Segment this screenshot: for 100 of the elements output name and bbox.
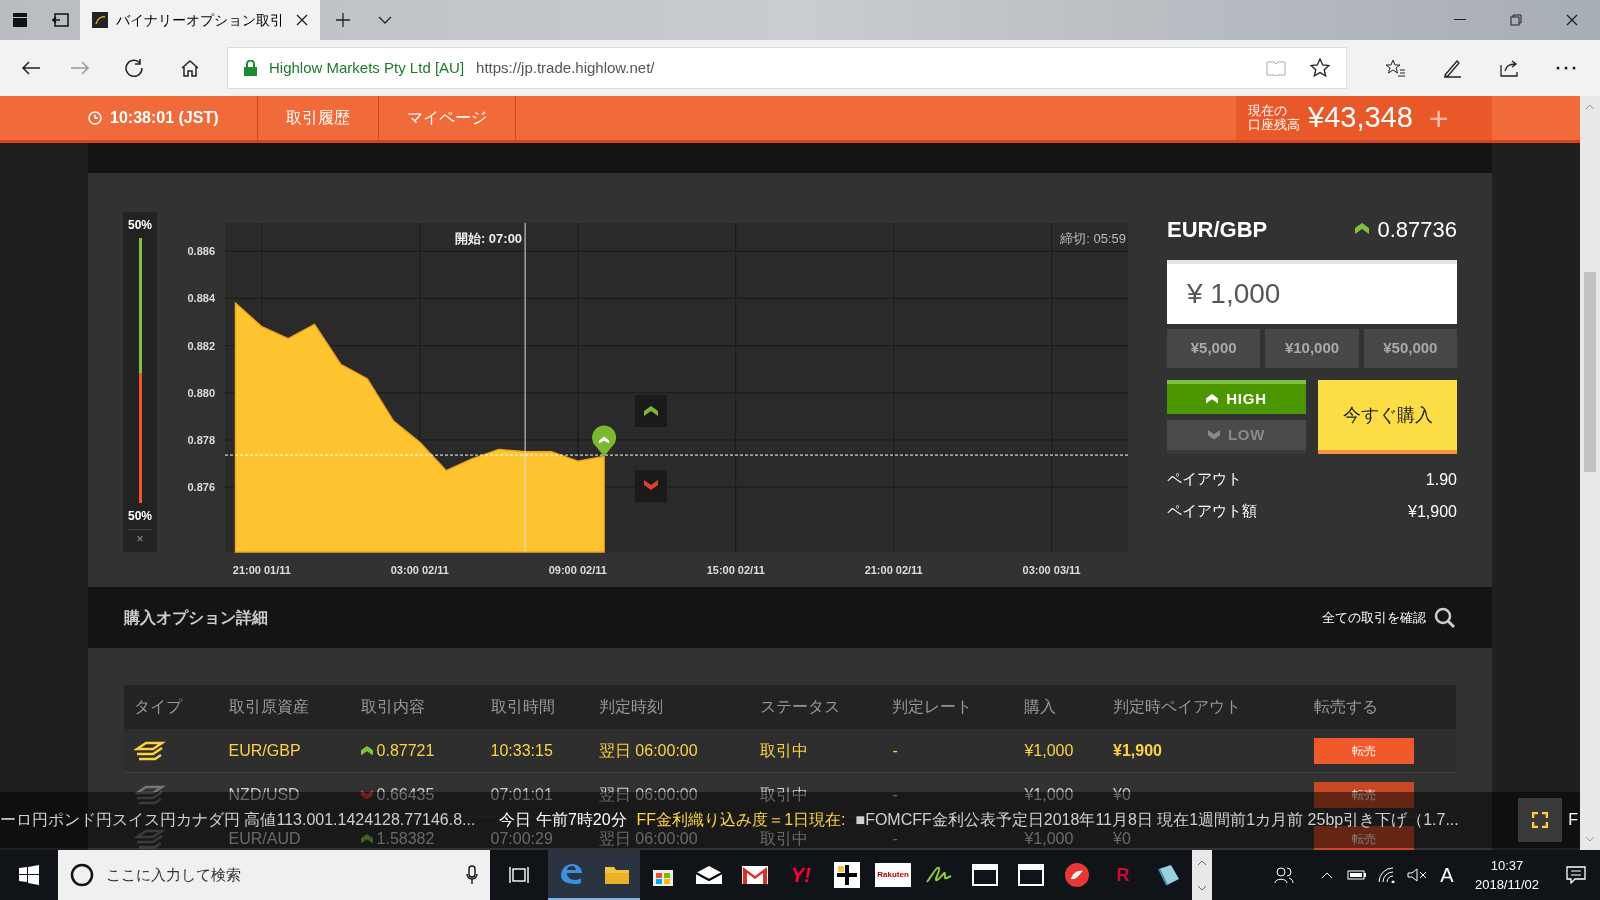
low-button[interactable]: LOW bbox=[1167, 420, 1306, 454]
account-balance: ¥43,348 bbox=[1308, 100, 1413, 136]
column-header: 判定時刻 bbox=[598, 697, 664, 717]
table-cell-text: 翌日 06:00:00 bbox=[598, 828, 699, 849]
y-tick-label: 0.880 bbox=[187, 386, 215, 399]
table-cell-text: 取引中 bbox=[760, 828, 810, 849]
table-cell-text: 0.66435 bbox=[376, 784, 435, 805]
table-cell-text: ¥1,000 bbox=[1024, 784, 1075, 805]
deadline-label: 締切: 05:59 bbox=[1060, 231, 1126, 246]
preset-amount-button[interactable]: ¥10,000 bbox=[1265, 329, 1359, 368]
table-cell-text: 取引中 bbox=[760, 740, 810, 761]
app-icon[interactable]: Rakuten bbox=[870, 850, 916, 900]
taskbar-time[interactable]: 10:37 bbox=[1490, 855, 1524, 875]
browser-icon[interactable] bbox=[548, 850, 594, 900]
section-title: 購入オプション詳細 bbox=[124, 607, 268, 628]
up-arrow-icon bbox=[1355, 223, 1370, 235]
option-type-icon bbox=[134, 740, 166, 761]
trade-row[interactable]: EUR/GBP 0.87721 10:33:15 翌日 06:00:00 取引中 - ¥1,000 ¥1,900 転売 bbox=[124, 729, 1456, 773]
table-cell-text: 07:00:29 bbox=[490, 828, 554, 849]
table-cell-text: 07:01:01 bbox=[490, 784, 554, 805]
resell-button[interactable]: 転売 bbox=[1314, 781, 1414, 808]
payout-amount-label: ペイアウト額 bbox=[1167, 501, 1257, 521]
nav-link[interactable]: マイページ bbox=[379, 96, 516, 140]
table-cell-text: - bbox=[892, 784, 899, 805]
table-cell-text: - bbox=[892, 828, 899, 849]
table-cell-text: EUR/GBP bbox=[228, 740, 302, 761]
table-cell-text: 翌日 06:00:00 bbox=[598, 784, 699, 805]
table-cell-text: - bbox=[892, 740, 899, 761]
payout-amount: ¥1,900 bbox=[1408, 502, 1457, 522]
meter-close-button[interactable]: × bbox=[128, 529, 152, 548]
ticker-text: ーロ円ポンド円スイス円カナダ円 高値113.001.1424128.77146.8... bbox=[0, 810, 476, 830]
x-tick-label: 21:00 02/11 bbox=[864, 564, 923, 576]
app-icon[interactable]: R bbox=[1100, 850, 1146, 900]
amount-field[interactable]: ¥ 1,000 bbox=[1167, 260, 1457, 324]
search-icon[interactable] bbox=[1434, 606, 1456, 629]
payout-rate: 1.90 bbox=[1425, 470, 1457, 490]
taskbar-date[interactable]: 2018/11/02 bbox=[1474, 875, 1540, 895]
table-cell-text: 1.58382 bbox=[376, 828, 435, 849]
high-percent: 50% bbox=[128, 217, 152, 234]
column-header: 転売する bbox=[1314, 697, 1379, 717]
current-price-pin bbox=[592, 425, 617, 457]
high-marker-icon bbox=[635, 395, 667, 427]
low-percent: 50% bbox=[128, 508, 152, 525]
fullscreen-button[interactable] bbox=[1518, 798, 1563, 842]
site-favicon-icon bbox=[92, 12, 108, 28]
table-cell-text: 10:33:15 bbox=[490, 740, 554, 761]
table-cell-text: ¥1,000 bbox=[1024, 740, 1075, 761]
app-logo-text: Y! bbox=[791, 863, 811, 888]
ticker-text: FF金利織り込み度＝1日現在: bbox=[636, 810, 846, 830]
high-button[interactable]: HIGH bbox=[1167, 380, 1306, 414]
y-tick-label: 0.878 bbox=[187, 433, 215, 446]
table-cell-text: NZD/USD bbox=[228, 784, 301, 805]
app-logo-text: R bbox=[1115, 863, 1131, 887]
address-field[interactable]: Highlow Markets Pty Ltd [AU] https://jp.trade.highlow.net/ bbox=[227, 47, 1347, 89]
table-cell-text: 0.87721 bbox=[376, 740, 435, 761]
option-type-icon bbox=[134, 828, 166, 849]
search-ring-icon bbox=[70, 863, 94, 887]
ticker-text: F bbox=[1568, 810, 1578, 830]
scrollbar-thumb[interactable] bbox=[1584, 272, 1596, 472]
balance-label: 現在の bbox=[1248, 104, 1288, 118]
preset-amount-button[interactable]: ¥5,000 bbox=[1167, 329, 1261, 368]
favorite-star-icon[interactable] bbox=[1310, 58, 1330, 78]
site-identity: Highlow Markets Pty Ltd [AU] bbox=[269, 57, 465, 78]
buy-now-button[interactable]: 今すぐ購入 bbox=[1318, 380, 1457, 454]
table-cell-text: ¥1,000 bbox=[1024, 828, 1075, 849]
currency-pair: EUR/GBP bbox=[1167, 215, 1268, 244]
x-tick-label: 03:00 03/11 bbox=[1022, 564, 1081, 576]
clock-icon bbox=[88, 111, 102, 125]
y-tick-label: 0.886 bbox=[187, 245, 215, 258]
resell-button[interactable]: 転売 bbox=[1314, 737, 1414, 764]
server-clock: 10:38:01 (JST) bbox=[110, 108, 219, 128]
microphone-icon[interactable] bbox=[466, 865, 478, 885]
fullscreen-icon bbox=[1532, 812, 1549, 828]
start-time-label: 開始: 07:00 bbox=[454, 231, 523, 246]
down-chevron-icon bbox=[1207, 430, 1220, 440]
table-cell-text: 取引中 bbox=[760, 784, 810, 805]
nav-link[interactable]: 取引履歴 bbox=[258, 96, 379, 140]
column-header: 取引内容 bbox=[360, 697, 426, 717]
close-tab-icon[interactable] bbox=[296, 14, 308, 26]
column-header: ステータス bbox=[760, 697, 842, 717]
preset-amount-button[interactable]: ¥50,000 bbox=[1363, 329, 1457, 368]
column-header: 購入 bbox=[1024, 697, 1058, 717]
taskbar-search-field[interactable]: ここに入力して検索 bbox=[58, 850, 490, 900]
table-cell-text: 翌日 06:00:00 bbox=[598, 740, 699, 761]
url-text: https://jp.trade.highlow.net/ bbox=[476, 57, 656, 78]
column-header: 判定時ペイアウト bbox=[1113, 697, 1243, 717]
browser-tab[interactable]: バイナリーオプション取引 bbox=[80, 0, 320, 40]
tab-title: バイナリーオプション取引 bbox=[116, 10, 285, 30]
table-cell-text: ¥1,900 bbox=[1113, 740, 1163, 761]
x-tick-label: 03:00 02/11 bbox=[390, 564, 449, 576]
y-tick-label: 0.882 bbox=[187, 339, 215, 352]
folder-icon[interactable] bbox=[594, 850, 640, 900]
table-cell-text: ¥0 bbox=[1113, 784, 1132, 805]
scrollbar[interactable] bbox=[1580, 96, 1600, 850]
x-tick-label: 21:00 01/11 bbox=[232, 564, 291, 576]
app-icon[interactable]: Y! bbox=[778, 850, 824, 900]
view-all-link[interactable]: 全ての取引を確認 bbox=[1322, 607, 1426, 628]
lock-icon bbox=[244, 60, 257, 76]
option-type-icon bbox=[134, 784, 166, 805]
input-mode-indicator[interactable]: A bbox=[1432, 860, 1462, 890]
